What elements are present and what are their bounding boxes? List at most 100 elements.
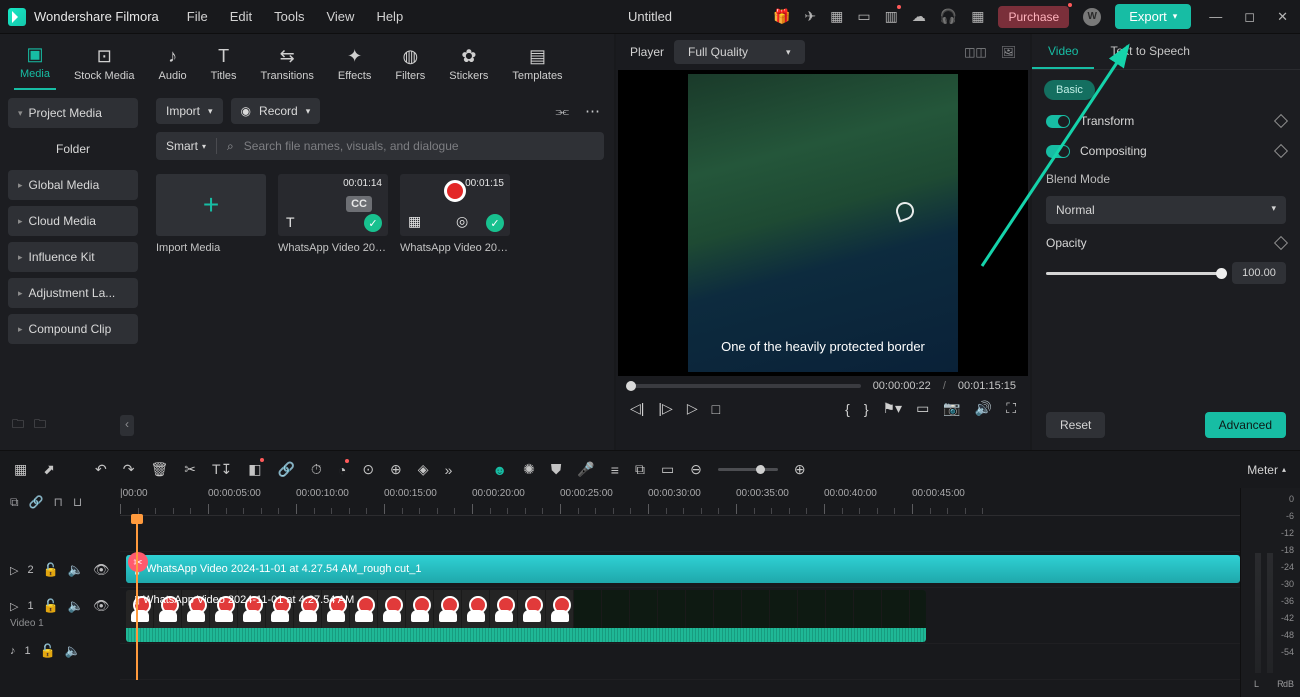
visibility-button[interactable]: 👁: [93, 598, 110, 614]
link-icon[interactable]: 🔗: [277, 461, 294, 478]
video-clip[interactable]: ▯ WhatsApp Video 2024-11-01 at 4.27.54 A…: [126, 590, 926, 642]
playhead[interactable]: [136, 516, 138, 680]
crop-button[interactable]: ◧: [248, 461, 261, 478]
prev-frame-button[interactable]: ◁|: [630, 400, 644, 417]
tab-media[interactable]: ▣Media: [14, 40, 56, 90]
search-input[interactable]: [244, 139, 594, 153]
smart-dropdown[interactable]: Smart▾: [166, 139, 206, 153]
ai-icon[interactable]: ☻: [492, 462, 507, 478]
quality-dropdown[interactable]: Full Quality▾: [674, 40, 805, 64]
cut-marker[interactable]: ✂: [128, 552, 148, 572]
display-icon[interactable]: ▭: [916, 400, 929, 417]
folder-icon[interactable]: 🗀: [12, 415, 24, 436]
timeline-main[interactable]: |00:0000:00:05:0000:00:10:0000:00:15:000…: [120, 488, 1240, 697]
zoom-out-button[interactable]: ⊖: [690, 461, 702, 478]
zoom-slider[interactable]: [718, 468, 778, 471]
marker-tool-icon[interactable]: ⊔: [73, 495, 82, 509]
text-clip[interactable]: ▯WhatsApp Video 2024-11-01 at 4.27.54 AM…: [126, 555, 1240, 583]
next-frame-button[interactable]: |▷: [658, 400, 672, 417]
sidebar-adjustment-layer[interactable]: ▸Adjustment La...: [8, 278, 138, 308]
tab-templates[interactable]: ▤Templates: [506, 42, 568, 90]
delete-button[interactable]: 🗑: [150, 461, 168, 478]
speed-button[interactable]: ⏱: [311, 461, 322, 478]
magnet-icon[interactable]: ⊓: [54, 495, 63, 509]
undo-button[interactable]: ↶: [95, 461, 107, 478]
marker-dropdown[interactable]: ⚑▾: [883, 400, 903, 417]
menu-file[interactable]: File: [187, 9, 208, 24]
redo-button[interactable]: ↷: [123, 461, 135, 478]
mute-button[interactable]: 🔈: [68, 598, 84, 614]
track-overlay[interactable]: ▯WhatsApp Video 2024-11-01 at 4.27.54 AM…: [120, 552, 1240, 588]
tab-stickers[interactable]: ✿Stickers: [443, 42, 494, 90]
mute-button[interactable]: 🔈: [68, 562, 84, 578]
zoom-in-button[interactable]: ⊕: [794, 461, 806, 478]
sidebar-global-media[interactable]: ▸Global Media: [8, 170, 138, 200]
lock-button[interactable]: 🔓: [43, 562, 59, 578]
adjust-button[interactable]: ◈: [418, 461, 429, 478]
opacity-value[interactable]: 100.00: [1232, 262, 1286, 284]
transform-toggle[interactable]: [1046, 115, 1070, 128]
tab-text-to-speech[interactable]: Text to Speech: [1094, 34, 1205, 69]
media-tile[interactable]: 00:01:14 CC T ✓ WhatsApp Video 2024...: [278, 174, 388, 254]
cut-button[interactable]: ✂: [184, 461, 196, 478]
volume-button[interactable]: 🔊: [975, 400, 992, 417]
record-button[interactable]: ◉Record▾: [231, 98, 321, 124]
snapshot-button[interactable]: 📷: [943, 400, 960, 417]
tab-filters[interactable]: ◍Filters: [389, 42, 431, 90]
color-button[interactable]: ◔: [338, 462, 346, 478]
image-icon[interactable]: ▦: [830, 8, 843, 25]
headset-icon[interactable]: 🎧: [940, 8, 957, 25]
opacity-slider[interactable]: [1046, 272, 1222, 275]
lock-button[interactable]: 🔓: [43, 598, 59, 614]
basic-button[interactable]: Basic: [1044, 80, 1095, 100]
import-media-tile[interactable]: + Import Media: [156, 174, 266, 254]
sidebar-project-media[interactable]: ▾Project Media: [8, 98, 138, 128]
avatar[interactable]: W: [1083, 8, 1101, 26]
mark-out-button[interactable]: }: [864, 401, 869, 417]
grid-icon[interactable]: ▦: [14, 461, 27, 478]
reset-button[interactable]: Reset: [1046, 412, 1105, 438]
sidebar-folder[interactable]: Folder: [8, 134, 138, 164]
cloud-icon[interactable]: ☁: [912, 8, 926, 25]
apps-icon[interactable]: ▦: [971, 8, 984, 25]
import-button[interactable]: Import▾: [156, 98, 223, 124]
filter-icon[interactable]: ⫘: [551, 99, 573, 124]
shield-icon[interactable]: ⛊: [551, 461, 562, 478]
collapse-sidebar-button[interactable]: ‹: [120, 415, 134, 436]
list-icon[interactable]: ≡: [611, 462, 619, 478]
gift-icon[interactable]: 🎁: [773, 8, 790, 25]
link-tracks-icon[interactable]: 🔗: [29, 495, 44, 509]
menu-help[interactable]: Help: [376, 9, 403, 24]
track-video[interactable]: ▯ WhatsApp Video 2024-11-01 at 4.27.54 A…: [120, 588, 1240, 644]
purchase-button[interactable]: Purchase: [998, 6, 1069, 28]
more-icon[interactable]: ⋯: [581, 98, 604, 124]
mic-icon[interactable]: 🎤: [577, 461, 594, 478]
media-tile[interactable]: 00:01:15 ▦ ◎ ✓ WhatsApp Video 2024...: [400, 174, 510, 254]
tab-effects[interactable]: ✦Effects: [332, 42, 377, 90]
time-ruler[interactable]: |00:0000:00:05:0000:00:10:0000:00:15:000…: [120, 488, 1240, 516]
menu-view[interactable]: View: [326, 9, 354, 24]
adjust-tracks-icon[interactable]: ⧉: [10, 495, 19, 510]
slider-knob[interactable]: [1216, 268, 1227, 279]
player-viewport[interactable]: One of the heavily protected border: [618, 70, 1028, 376]
sidebar-cloud-media[interactable]: ▸Cloud Media: [8, 206, 138, 236]
minimize-button[interactable]: —: [1205, 9, 1226, 24]
device-icon[interactable]: ⧉: [635, 461, 645, 478]
meter-toggle[interactable]: Meter▴: [1247, 463, 1286, 477]
fullscreen-button[interactable]: ⛶: [1006, 400, 1016, 417]
tab-audio[interactable]: ♪Audio: [153, 42, 193, 90]
sidebar-compound-clip[interactable]: ▸Compound Clip: [8, 314, 138, 344]
keyframe-button[interactable]: [1274, 114, 1288, 128]
close-button[interactable]: ✕: [1273, 9, 1292, 25]
focus-button[interactable]: ⊕: [390, 461, 402, 478]
advanced-button[interactable]: Advanced: [1205, 412, 1286, 438]
more-tools[interactable]: »: [445, 462, 453, 478]
keyframe-button[interactable]: [1274, 144, 1288, 158]
tab-transitions[interactable]: ⇆Transitions: [255, 42, 320, 90]
enhance-icon[interactable]: ✺: [523, 461, 535, 478]
mark-in-button[interactable]: {: [845, 401, 850, 417]
duration-button[interactable]: ⊙: [362, 461, 374, 478]
text-tool[interactable]: T↧: [212, 461, 232, 478]
mute-button[interactable]: 🔈: [65, 643, 81, 659]
maximize-button[interactable]: ◻: [1240, 9, 1259, 25]
